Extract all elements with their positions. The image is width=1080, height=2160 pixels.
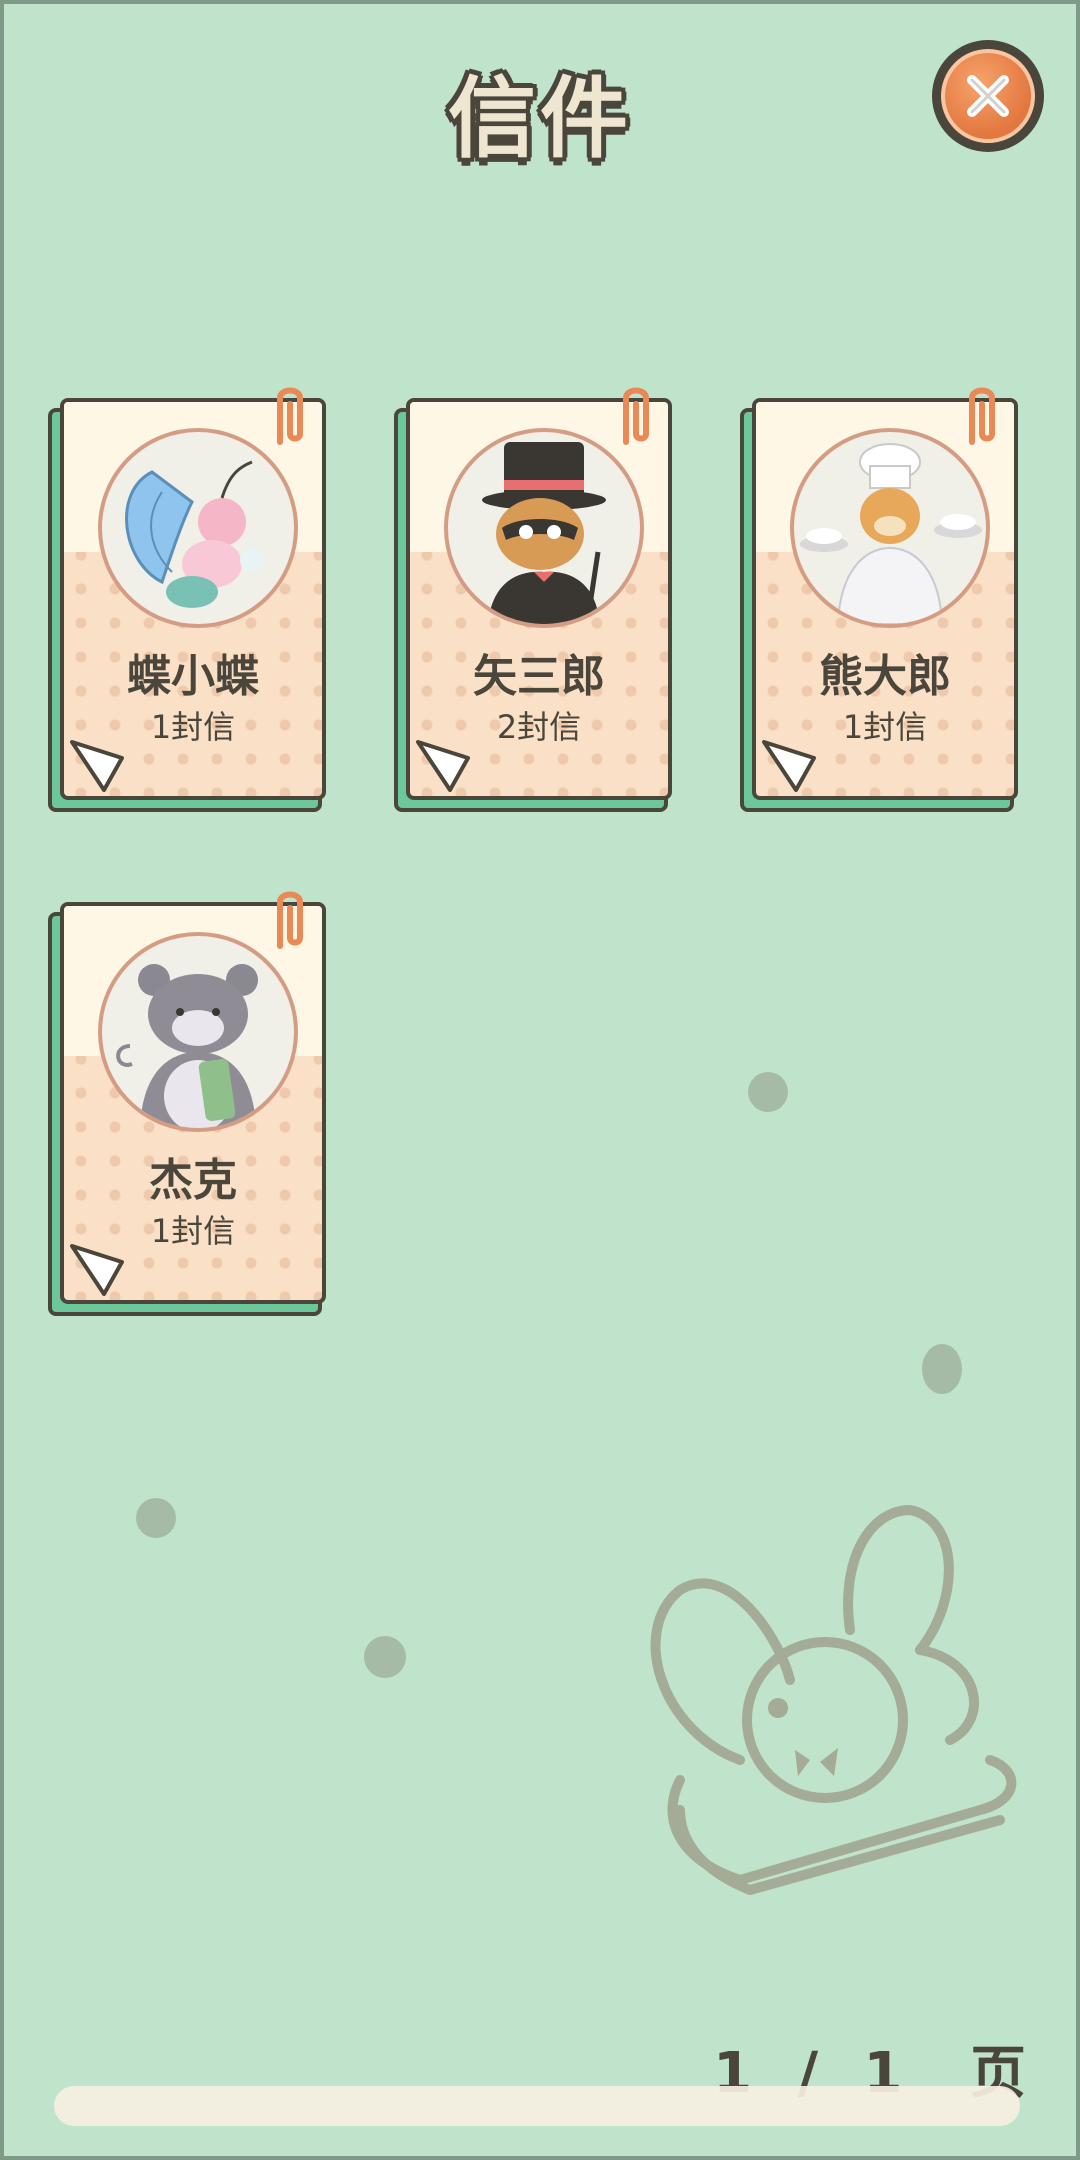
letter-sender-name: 熊大郎 <box>819 651 951 702</box>
letter-card-hamster[interactable]: 杰克 1封信 <box>48 891 328 1318</box>
letter-card-raccoon[interactable]: 矢三郎 2封信 <box>394 387 674 814</box>
background-dot <box>922 1344 962 1394</box>
paperclip-icon <box>969 387 995 445</box>
folded-corner-icon <box>70 740 124 792</box>
paperclip-icon <box>277 387 303 445</box>
letter-sender-name: 蝶小蝶 <box>127 651 259 702</box>
letter-card-bear[interactable]: 熊大郎 1封信 <box>740 387 1020 814</box>
paperclip-icon <box>623 387 649 445</box>
paperclip-icon <box>277 891 303 949</box>
background-dot <box>364 1636 406 1678</box>
background-dot <box>748 1072 788 1112</box>
card-face: 蝶小蝶 1封信 <box>60 398 326 800</box>
card-face: 熊大郎 1封信 <box>752 398 1018 800</box>
background-dot <box>136 1498 176 1538</box>
bunny-watermark-icon <box>650 1505 1017 1895</box>
page-title: 信件 <box>447 67 632 170</box>
folded-corner-icon <box>416 740 470 792</box>
folded-corner-icon <box>70 1244 124 1296</box>
letter-sender-name: 杰克 <box>149 1155 237 1206</box>
card-face: 杰克 1封信 <box>60 902 326 1304</box>
page-scroll-bar <box>54 2086 1020 2126</box>
folded-corner-icon <box>762 740 816 792</box>
butterfly-avatar <box>98 428 298 628</box>
bear-chef-avatar <box>790 428 990 628</box>
raccoon-avatar <box>444 428 644 628</box>
close-button[interactable] <box>932 40 1044 152</box>
hamster-avatar <box>98 932 298 1132</box>
letter-sender-name: 矢三郎 <box>473 651 605 702</box>
close-icon <box>941 49 1035 143</box>
card-face: 矢三郎 2封信 <box>406 398 672 800</box>
letter-card-butterfly[interactable]: 蝶小蝶 1封信 <box>48 387 328 814</box>
